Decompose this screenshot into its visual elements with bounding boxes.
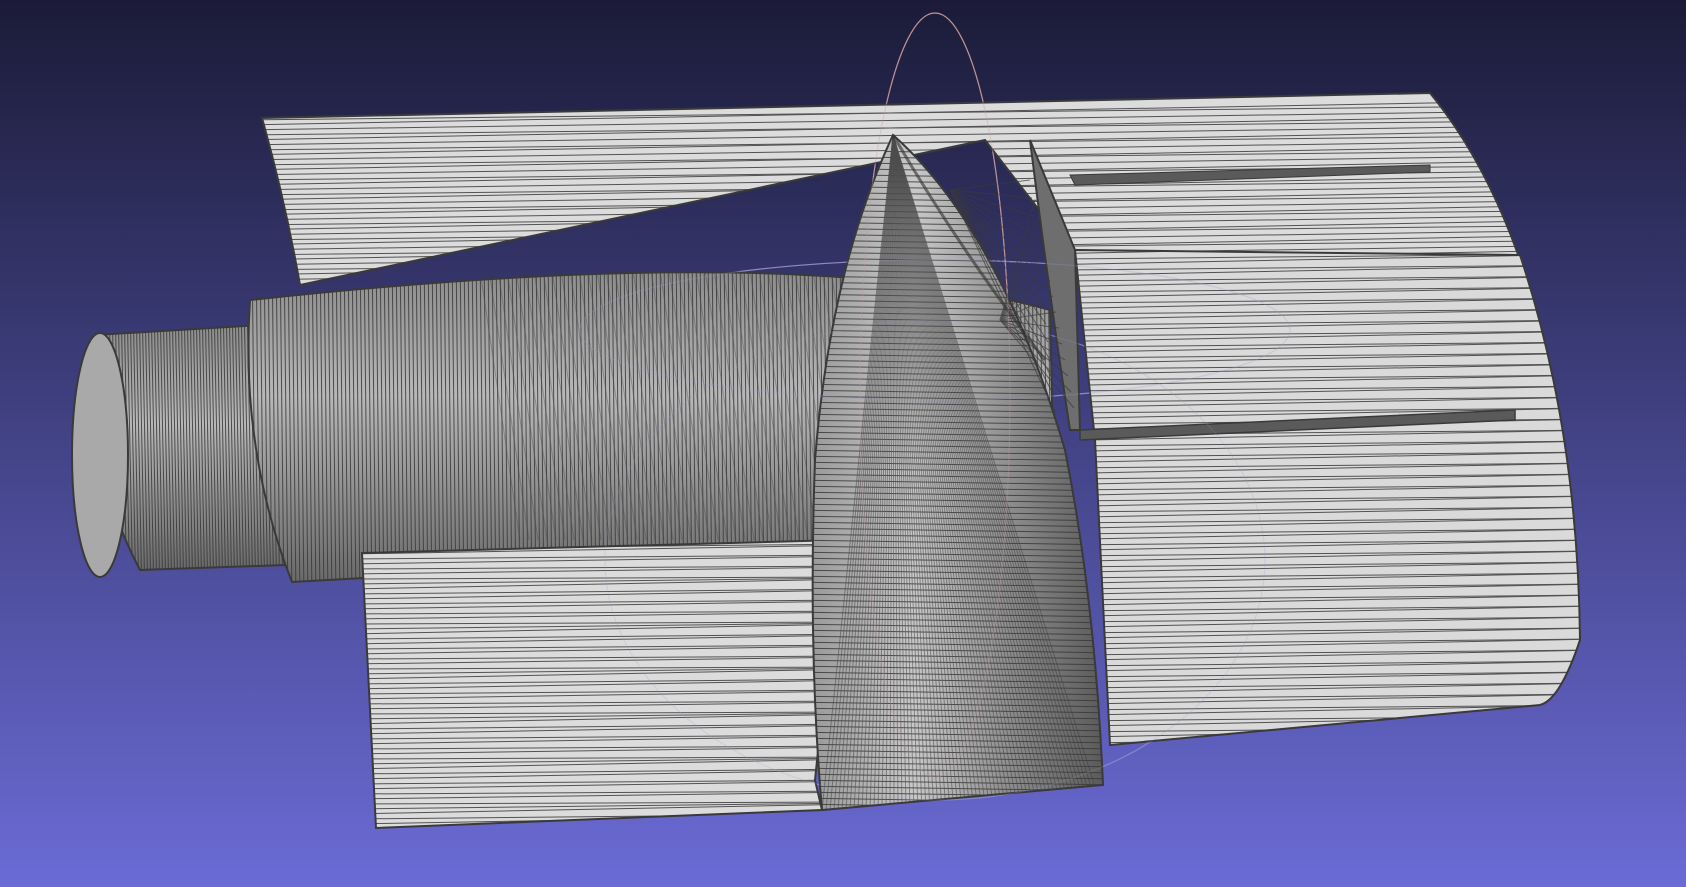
mesh-viewer[interactable] [0, 0, 1686, 887]
3d-viewport-canvas[interactable] [0, 0, 1686, 887]
right-slab[interactable] [1060, 243, 1600, 765]
lower-slab[interactable] [350, 534, 860, 839]
small-cylinder-cap [71, 332, 129, 578]
